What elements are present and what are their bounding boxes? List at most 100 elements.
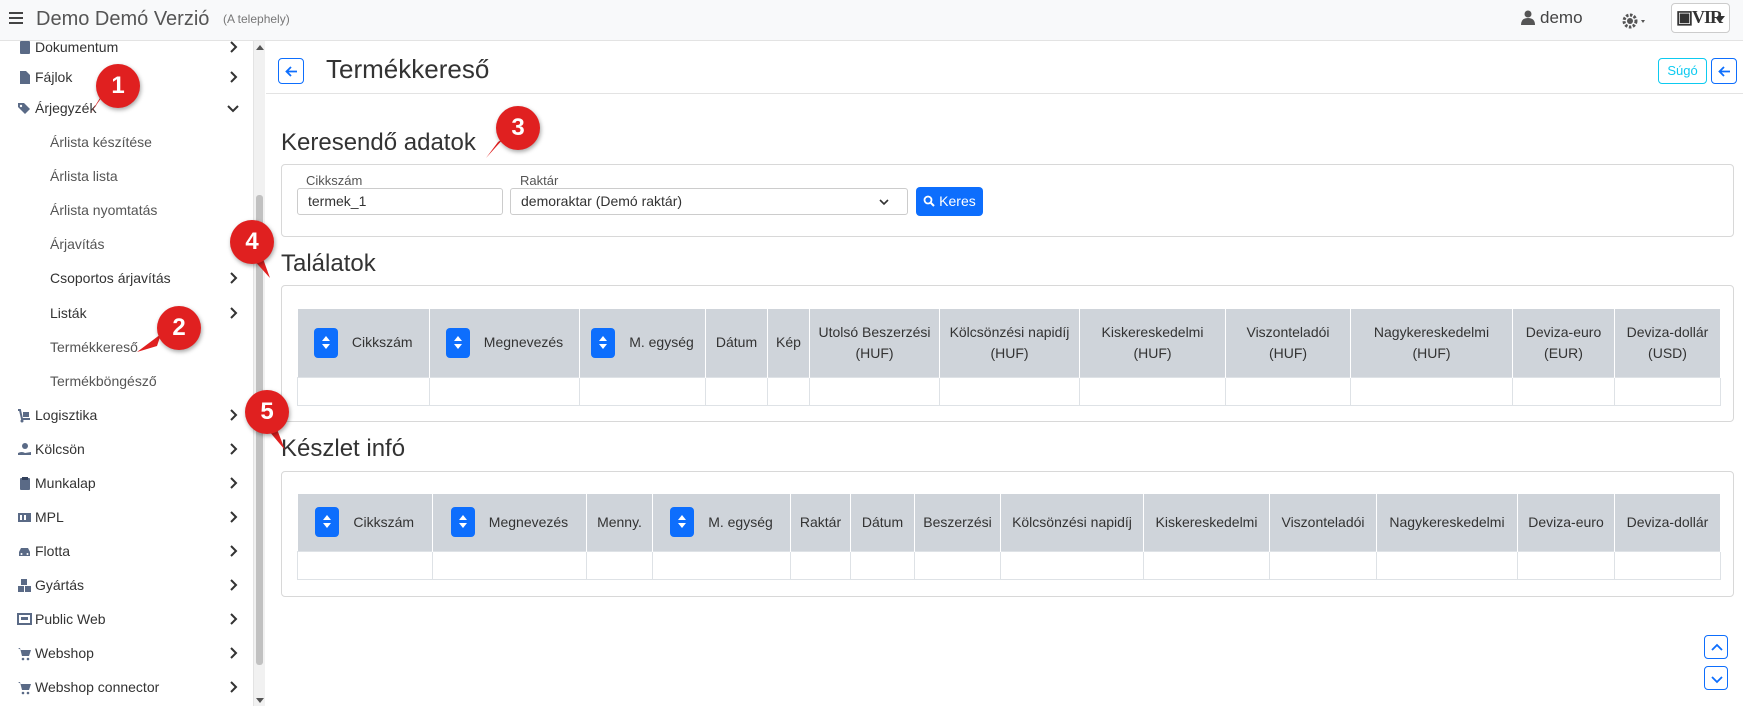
sidebar-item-gyartas[interactable]: Gyártás: [0, 571, 253, 601]
arrow-left-icon: [1718, 66, 1730, 77]
sidebar-subitem-label: Listák: [50, 305, 87, 321]
sort-icon[interactable]: [445, 327, 470, 358]
search-button[interactable]: Keres: [916, 187, 983, 216]
user-name: demo: [1540, 8, 1583, 27]
sidebar-item-kolcson[interactable]: Kölcsön: [0, 435, 253, 465]
chevron-right-icon: [230, 71, 238, 83]
callout-badge: 2: [157, 306, 201, 350]
chevron-right-icon: [230, 477, 238, 489]
results-section-title: Találatok: [281, 250, 376, 277]
col-megnevezes[interactable]: Megnevezés: [429, 309, 580, 377]
col-kiskereskedelmi: Kiskereskedelmi (HUF): [1079, 309, 1226, 377]
sidebar-item-label: Flotta: [35, 543, 71, 559]
back-button-right[interactable]: [1711, 58, 1737, 84]
search-button-label: Keres: [939, 193, 976, 209]
raktar-select[interactable]: demoraktar (Demó raktár): [510, 188, 908, 215]
sidebar-item-webshop[interactable]: Webshop: [0, 639, 253, 669]
arrow-left-icon: [285, 66, 297, 77]
col-m-egyseg[interactable]: M. egység: [652, 494, 791, 551]
callout-badge: 5: [245, 390, 289, 434]
sidebar-subitem-label: Termékkereső: [50, 339, 138, 355]
col-datum: Dátum: [705, 309, 768, 377]
sort-icon[interactable]: [670, 507, 695, 538]
sidebar-item-dokumentum[interactable]: Dokumentum: [0, 41, 253, 63]
sidebar-item-public-web[interactable]: Public Web: [0, 605, 253, 635]
sidebar-subitem-termekbongeszo[interactable]: Termékböngésző: [0, 367, 253, 397]
scroll-down-arrow-icon[interactable]: [256, 698, 264, 703]
sidebar-subitem-label: Csoportos árjavítás: [50, 270, 171, 286]
col-deviza-euro: Deviza-euro (EUR): [1512, 309, 1615, 377]
user-menu[interactable]: demo: [1521, 8, 1583, 28]
sidebar-item-label: Munkalap: [35, 475, 96, 491]
results-card: Cikkszám Megnevezés M. egység Dátum Kép …: [281, 285, 1734, 422]
sort-icon[interactable]: [591, 327, 616, 358]
sidebar-item-label: Logisztika: [35, 407, 98, 423]
cikkszam-input[interactable]: termek_1: [297, 188, 503, 215]
sidebar-item-webshop-connector[interactable]: Webshop connector: [0, 673, 253, 703]
page-title: Termékkereső: [326, 54, 490, 84]
sidebar-item-mpl[interactable]: MPL: [0, 503, 253, 533]
sidebar-subitem-listak[interactable]: Listák: [0, 299, 253, 329]
page-header: Termékkereső Súgó: [266, 41, 1743, 94]
sidebar-subitem-arlista-lista[interactable]: Árlista lista: [0, 162, 253, 192]
sidebar-subitem-label: Termékböngésző: [50, 373, 157, 389]
stock-card: Cikkszám Megnevezés Menny. M. egység Rak…: [281, 471, 1734, 597]
mpl-icon: [18, 513, 31, 522]
company-logo-dropdown[interactable]: ▣VIR: [1671, 3, 1730, 33]
chevron-down-icon: [227, 105, 239, 113]
search-section-title: Keresendő adatok: [281, 129, 476, 156]
sidebar-item-logisztika[interactable]: Logisztika: [0, 401, 253, 431]
col-m-egyseg[interactable]: M. egység: [579, 309, 706, 377]
company-logo: ▣VIR: [1676, 7, 1723, 27]
scroll-top-button[interactable]: [1704, 635, 1728, 659]
col-viszonteladoi: Viszonteladói (HUF): [1225, 309, 1351, 377]
sidebar-item-label: Gyártás: [35, 577, 85, 593]
col-kolcsonzesi-napidij: Kölcsönzési napidíj (HUF): [939, 309, 1080, 377]
column-label: M. egység: [629, 334, 694, 351]
file-icon: [20, 71, 30, 84]
sidebar-item-label: Kölcsön: [35, 441, 85, 457]
sort-icon[interactable]: [315, 507, 340, 538]
sort-icon[interactable]: [313, 327, 338, 358]
sidebar-item-label: Fájlok: [35, 69, 73, 85]
app-title[interactable]: Demo Demó Verzió: [36, 8, 209, 31]
col-viszonteladoi: Viszonteladói: [1269, 494, 1377, 551]
settings-dropdown[interactable]: [1621, 11, 1651, 31]
chevron-right-icon: [230, 511, 238, 523]
callout-badge: 4: [230, 220, 274, 264]
chevron-right-icon: [230, 41, 238, 53]
sidebar-subitem-arlista-nyomtatas[interactable]: Árlista nyomtatás: [0, 196, 253, 226]
col-cikkszam[interactable]: Cikkszám: [297, 494, 433, 551]
sidebar-subitem-arlista-keszitese[interactable]: Árlista készítése: [0, 128, 253, 158]
col-cikkszam[interactable]: Cikkszám: [297, 309, 430, 377]
col-deviza-dollar: Deviza-dollár: [1614, 494, 1721, 551]
help-button[interactable]: Súgó: [1658, 58, 1707, 84]
sidebar-item-flotta[interactable]: Flotta: [0, 537, 253, 567]
sidebar-subitem-label: Árjavítás: [50, 236, 105, 252]
col-megnevezes[interactable]: Megnevezés: [432, 494, 587, 551]
scroll-bottom-button[interactable]: [1704, 666, 1728, 690]
sort-icon[interactable]: [450, 507, 475, 538]
sidebar-subitem-csoportos-arjavitas[interactable]: Csoportos árjavítás: [0, 264, 253, 294]
col-nagykereskedelmi: Nagykereskedelmi (HUF): [1350, 309, 1513, 377]
col-menny: Menny.: [586, 494, 653, 551]
column-label: M. egység: [708, 513, 773, 530]
col-kolcsonzesi-napidij: Kölcsönzési napidíj: [1000, 494, 1144, 551]
chevron-right-icon: [230, 443, 238, 455]
car-icon: [19, 548, 30, 556]
search-card: Cikkszám termek_1 Raktár demoraktar (Dem…: [281, 164, 1734, 237]
document-icon: [20, 41, 30, 54]
callout-badge: 3: [496, 106, 540, 150]
scroll-up-arrow-icon[interactable]: [256, 45, 264, 50]
callout-badge: 1: [96, 64, 140, 108]
sidebar: Dokumentum Fájlok Árjegyzék Árlista kész…: [0, 41, 254, 706]
hand-icon: [18, 443, 31, 455]
sidebar-item-munkalap[interactable]: Munkalap: [0, 469, 253, 499]
col-nagykereskedelmi: Nagykereskedelmi: [1376, 494, 1518, 551]
back-button[interactable]: [278, 58, 304, 84]
cubes-icon: [18, 579, 31, 592]
hamburger-menu-icon[interactable]: [9, 12, 23, 26]
sidebar-subitem-arjavitas[interactable]: Árjavítás: [0, 230, 253, 260]
cikkszam-label: Cikkszám: [306, 173, 363, 188]
sidebar-subitem-termekkereso[interactable]: Termékkereső: [0, 333, 253, 363]
